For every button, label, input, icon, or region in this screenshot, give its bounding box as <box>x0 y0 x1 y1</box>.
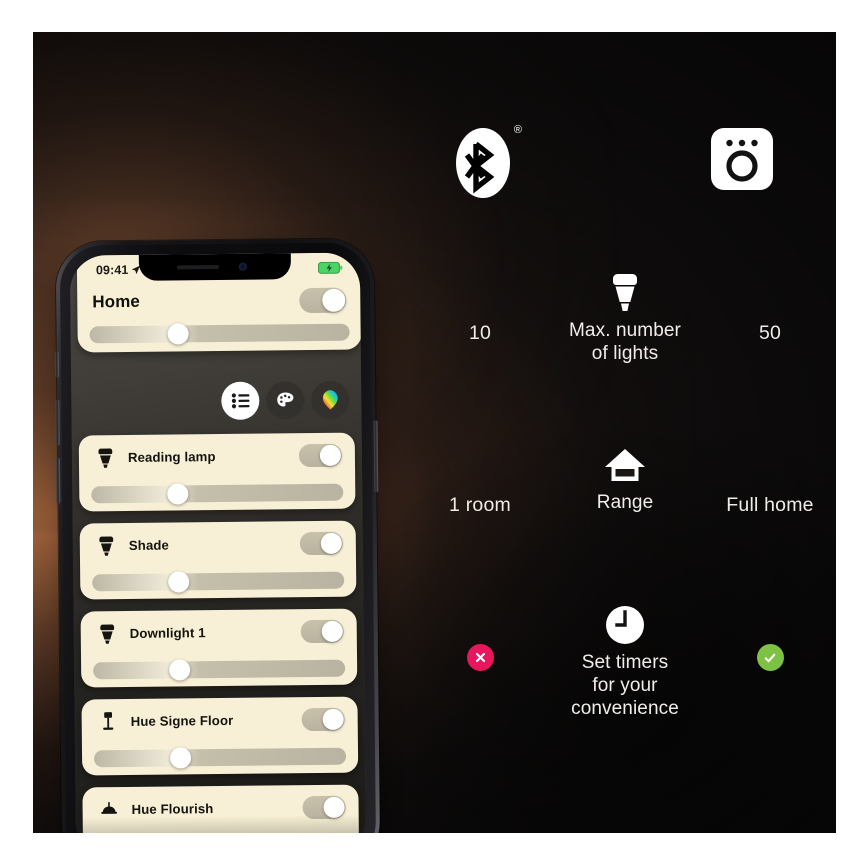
light-toggle[interactable] <box>298 443 343 467</box>
palette-icon <box>277 392 294 407</box>
phone-mute-switch[interactable] <box>54 351 60 378</box>
row-max-lights-left-value: 10 <box>468 322 492 344</box>
registered-trademark-icon: ® <box>513 124 522 136</box>
row-timers-label-line1: Set timers <box>581 652 669 673</box>
view-mode-buttons <box>221 380 350 420</box>
light-name: Hue Signe Floor <box>130 712 234 729</box>
slider-knob[interactable] <box>166 483 189 505</box>
toggle-knob <box>319 444 342 466</box>
phone-volume-up-button[interactable] <box>55 399 60 446</box>
light-brightness-slider[interactable] <box>91 483 344 505</box>
light-brightness-slider[interactable] <box>92 571 345 593</box>
comparison-header-icons: ® <box>415 124 835 214</box>
toggle-knob <box>322 288 346 312</box>
row-range-right-value: Full home <box>726 494 814 516</box>
cross-badge <box>466 644 494 671</box>
earpiece-speaker-icon <box>176 265 219 270</box>
comparison-panel: ® 10 Max. number of lights 50 1 room Ran… <box>415 110 835 790</box>
light-toggle[interactable] <box>302 795 346 819</box>
home-brightness-slider[interactable] <box>89 323 350 345</box>
toggle-knob <box>323 796 345 818</box>
list-item[interactable]: Hue Flourish <box>82 784 360 833</box>
row-timers-center: Set timers for your convenience <box>545 600 705 721</box>
light-toggle[interactable] <box>301 707 345 731</box>
phone-screen: 09:41 Home Reading lamp Shade Downlight … <box>69 252 367 833</box>
light-name: Downlight 1 <box>129 624 206 641</box>
list-item[interactable]: Reading lamp <box>78 432 356 512</box>
battery-charging-icon <box>317 261 343 274</box>
home-master-toggle[interactable] <box>299 287 347 313</box>
row-timers-right-badge <box>705 600 835 671</box>
page-title: Home <box>92 291 141 312</box>
row-timers-label-line3: convenience <box>571 698 679 720</box>
list-item[interactable]: Downlight 1 <box>80 608 358 688</box>
color-drop-icon <box>322 389 338 410</box>
phone-bezel: 09:41 Home Reading lamp Shade Downlight … <box>59 242 377 833</box>
phone-frame: 09:41 Home Reading lamp Shade Downlight … <box>54 238 381 833</box>
row-max-lights-label-line1: Max. number <box>569 320 681 341</box>
light-brightness-slider[interactable] <box>93 659 346 681</box>
row-max-lights-label-line2: of lights <box>591 343 659 365</box>
list-item[interactable]: Hue Signe Floor <box>81 696 359 776</box>
pendant-lamp-icon <box>97 801 121 817</box>
slider-knob[interactable] <box>167 571 189 593</box>
light-name: Reading lamp <box>127 448 216 465</box>
tab-scenes[interactable] <box>266 381 305 420</box>
bulb-spot-icon <box>94 535 118 556</box>
phone-volume-down-button[interactable] <box>55 457 61 504</box>
toggle-knob <box>320 532 342 554</box>
clock-icon <box>545 600 705 646</box>
bluetooth-icon: ® <box>456 125 522 198</box>
status-bar-time: 09:41 <box>95 262 129 278</box>
hue-bridge-icon <box>711 128 773 190</box>
bulb-spot-icon <box>93 447 117 468</box>
status-bar-time-group: 09:41 <box>96 263 142 277</box>
row-timers-left-badge <box>415 600 545 671</box>
light-list: Reading lamp Shade Downlight 1 Hue Signe… <box>78 432 360 833</box>
slider-knob[interactable] <box>167 323 189 345</box>
row-range-left-value: 1 room <box>449 494 511 516</box>
home-icon <box>545 440 705 486</box>
check-badge <box>756 644 784 671</box>
row-timers-label-line2: for your <box>592 675 658 697</box>
row-max-lights-right-value: 50 <box>758 322 782 344</box>
phone-mockup: 09:41 Home Reading lamp Shade Downlight … <box>54 238 386 833</box>
row-max-lights-center: Max. number of lights <box>545 268 705 365</box>
tab-list-view[interactable] <box>221 381 260 420</box>
light-name: Shade <box>128 537 169 553</box>
light-toggle[interactable] <box>299 531 343 555</box>
slider-knob[interactable] <box>169 747 191 769</box>
light-brightness-slider[interactable] <box>93 747 347 769</box>
front-camera-icon <box>238 262 247 271</box>
toggle-knob <box>321 620 343 642</box>
light-name: Hue Flourish <box>131 800 214 817</box>
row-range-center: Range <box>545 440 705 514</box>
phone-power-button[interactable] <box>373 420 379 493</box>
list-icon <box>231 393 250 409</box>
tab-color-picker[interactable] <box>311 380 350 420</box>
scene-root: ® 10 Max. number of lights 50 1 room Ran… <box>33 32 836 833</box>
comparison-row-range: 1 room Range Full home <box>415 440 835 517</box>
list-item[interactable]: Shade <box>79 520 357 600</box>
light-toggle[interactable] <box>300 619 344 643</box>
bulb-spot-icon <box>545 268 705 314</box>
floor-lamp-icon <box>96 711 120 732</box>
phone-notch <box>138 253 292 281</box>
toggle-knob <box>322 708 344 730</box>
bulb-spot-icon <box>95 623 119 644</box>
comparison-row-timers: Set timers for your convenience <box>415 600 835 721</box>
row-range-label-line1: Range <box>596 492 654 513</box>
slider-knob[interactable] <box>168 659 190 681</box>
comparison-row-max-lights: 10 Max. number of lights 50 <box>415 268 835 365</box>
